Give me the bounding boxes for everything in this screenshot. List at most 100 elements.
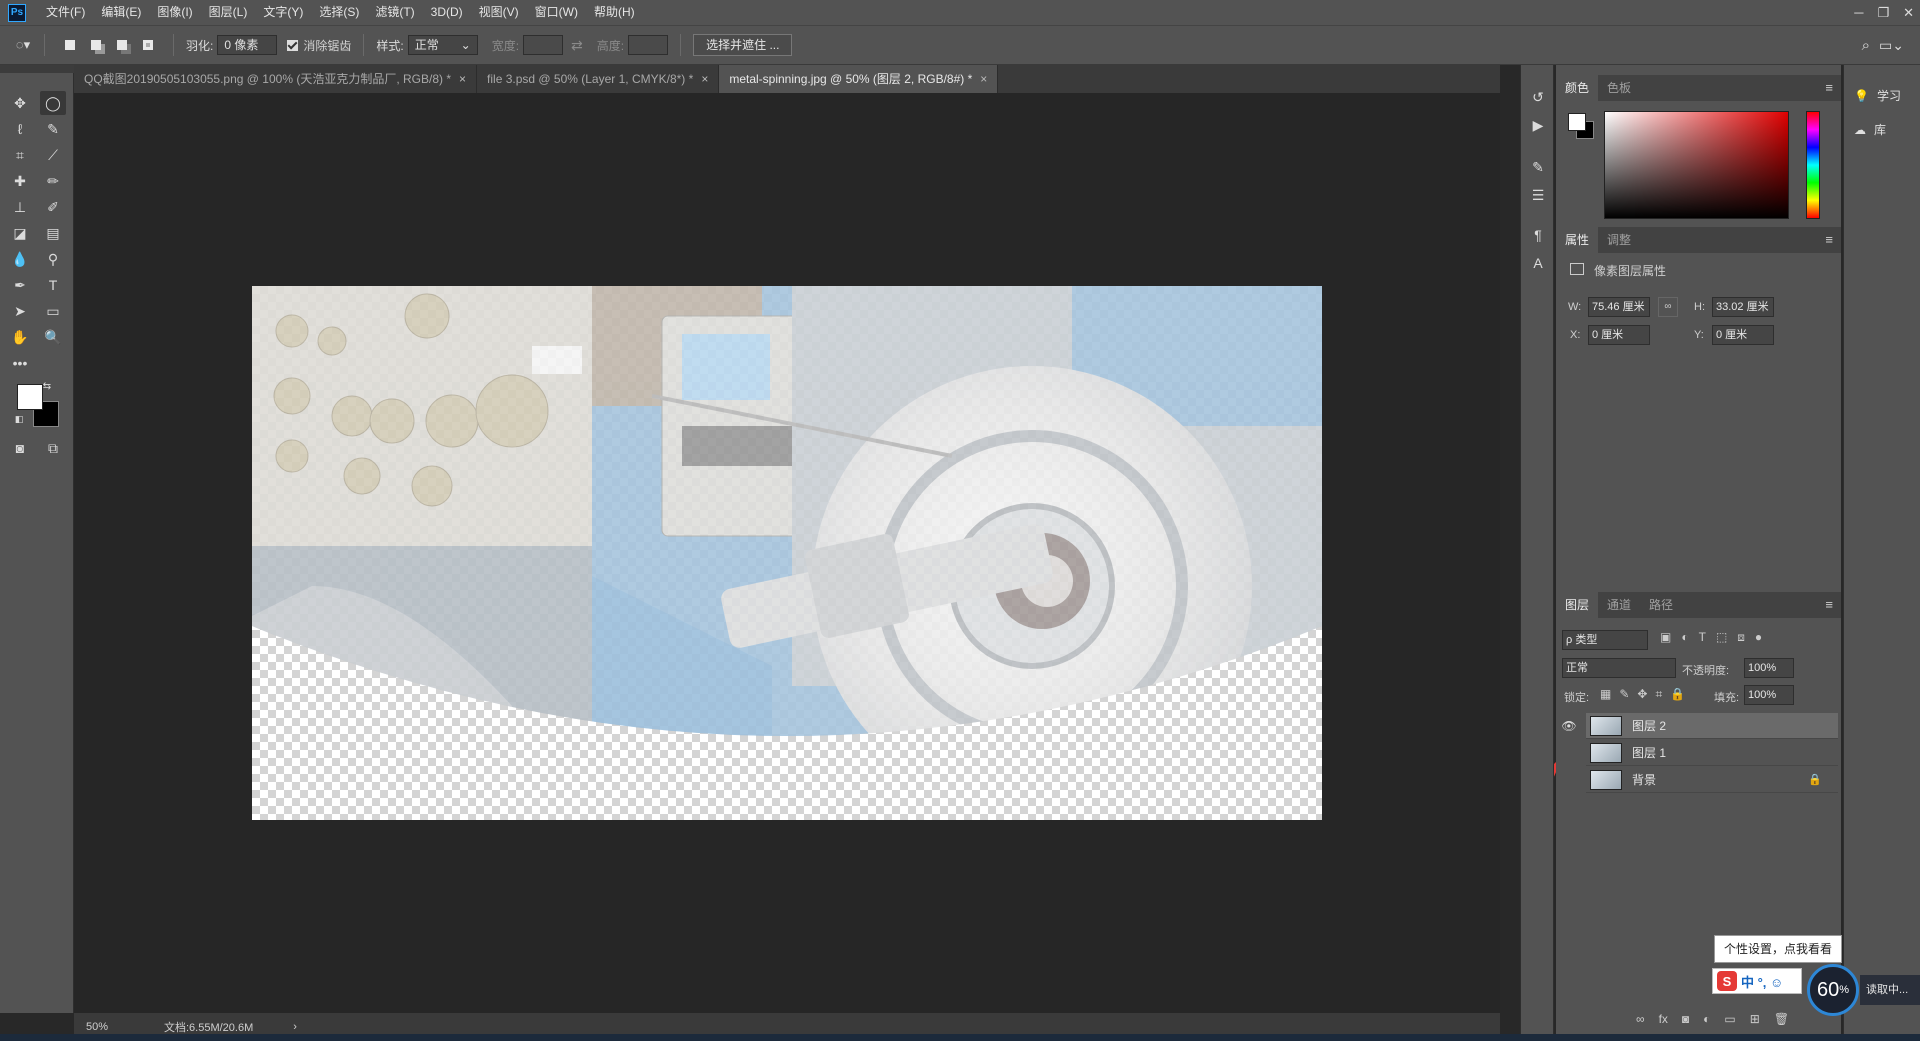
filter-toggle-icon[interactable]: ● — [1755, 630, 1762, 645]
rectangle-tool-icon[interactable]: ▭ — [40, 299, 66, 323]
fill-input[interactable]: 100% — [1744, 685, 1794, 705]
panel-menu-icon[interactable]: ≡ — [1825, 592, 1833, 618]
elliptical-marquee-tool-icon[interactable]: ◯ — [40, 91, 66, 115]
close-icon[interactable]: × — [980, 72, 987, 86]
hue-slider[interactable] — [1806, 111, 1820, 219]
panel-menu-icon[interactable]: ≡ — [1825, 227, 1833, 253]
antialias-checkbox[interactable]: 消除锯齿 — [287, 37, 351, 54]
hand-tool-icon[interactable]: ✋ — [7, 325, 33, 349]
eyedropper-tool-icon[interactable]: ⟋ — [40, 143, 66, 167]
color-picker-field[interactable] — [1604, 111, 1789, 219]
swap-icon[interactable]: ⇄ — [571, 37, 583, 54]
delete-layer-icon[interactable]: 🗑 — [1774, 1012, 1789, 1026]
foreground-color-swatch[interactable] — [17, 384, 43, 410]
zoom-tool-icon[interactable]: 🔍 — [40, 325, 66, 349]
eraser-tool-icon[interactable]: ◪ — [7, 221, 33, 245]
style-select[interactable]: 正常 ⌄ — [407, 35, 478, 55]
default-colors-icon[interactable]: ◧ — [12, 412, 26, 426]
status-arrow-icon[interactable]: › — [293, 1021, 297, 1033]
opacity-input[interactable]: 100% — [1744, 658, 1794, 678]
canvas-area[interactable] — [74, 93, 1500, 1013]
intersect-selection-icon[interactable] — [138, 35, 158, 55]
tab-color[interactable]: 颜色 — [1556, 75, 1599, 101]
pen-tool-icon[interactable]: ✒ — [7, 273, 33, 297]
layer-row[interactable]: 图层 2 — [1586, 713, 1838, 739]
brush-settings-icon[interactable]: ✎ — [1526, 155, 1550, 179]
tab-swatches[interactable]: 色板 — [1598, 75, 1640, 101]
subtract-selection-icon[interactable] — [112, 35, 132, 55]
brush-tool-icon[interactable]: ✏ — [40, 169, 66, 193]
type-tool-icon[interactable]: T — [40, 273, 66, 297]
lock-artboard-icon[interactable]: ⌗ — [1655, 687, 1662, 702]
new-selection-icon[interactable] — [60, 35, 80, 55]
toolbar-grip[interactable] — [0, 65, 74, 73]
filter-shape-icon[interactable]: ⬚ — [1716, 630, 1727, 645]
layer-filter-select[interactable]: ρ 类型 — [1562, 630, 1648, 650]
learn-button[interactable]: 💡 学习 — [1854, 87, 1901, 104]
height-field[interactable]: 33.02 厘米 — [1712, 297, 1774, 317]
add-selection-icon[interactable] — [86, 35, 106, 55]
new-layer-icon[interactable]: ⊞ — [1750, 1012, 1760, 1026]
lock-paint-icon[interactable]: ✎ — [1619, 687, 1629, 702]
y-field[interactable]: 0 厘米 — [1712, 325, 1774, 345]
actions-play-icon[interactable]: ▶ — [1526, 113, 1550, 137]
tab-adjustments[interactable]: 调整 — [1598, 227, 1640, 253]
menu-window[interactable]: 窗口(W) — [527, 0, 586, 25]
clone-stamp-tool-icon[interactable]: ⊥ — [7, 195, 33, 219]
adjust-sliders-icon[interactable]: ☰ — [1526, 183, 1550, 207]
crop-tool-icon[interactable]: ⌗ — [7, 143, 33, 167]
filter-pixel-icon[interactable]: ▣ — [1660, 630, 1671, 645]
quick-select-tool-icon[interactable]: ✎ — [40, 117, 66, 141]
visibility-toggle[interactable] — [1556, 740, 1582, 766]
lock-all-icon[interactable]: 🔒 — [1670, 687, 1685, 702]
tab-paths[interactable]: 路径 — [1640, 592, 1682, 618]
ime-toolbar[interactable]: S 中 °, ☺ — [1712, 968, 1802, 994]
blend-mode-select[interactable]: 正常 — [1562, 658, 1676, 678]
quick-mask-icon[interactable]: ◙ — [7, 436, 33, 460]
visibility-toggle[interactable] — [1556, 767, 1582, 793]
filter-smart-icon[interactable]: ⧈ — [1737, 630, 1745, 645]
tab-channels[interactable]: 通道 — [1598, 592, 1640, 618]
restore-button[interactable]: ❐ — [1877, 5, 1889, 21]
menu-layer[interactable]: 图层(L) — [201, 0, 256, 25]
tab-properties[interactable]: 属性 — [1556, 227, 1599, 253]
new-group-icon[interactable]: ▭ — [1724, 1012, 1735, 1026]
close-icon[interactable]: × — [459, 72, 466, 86]
library-button[interactable]: ☁ 库 — [1854, 121, 1886, 138]
lock-transparent-icon[interactable]: ▦ — [1600, 687, 1611, 702]
layer-row[interactable]: 背景 🔒 — [1586, 767, 1838, 793]
link-icon[interactable]: ∞ — [1658, 297, 1678, 317]
search-icon[interactable]: ⌕ — [1862, 37, 1870, 54]
height-input[interactable] — [628, 35, 669, 55]
menu-3d[interactable]: 3D(D) — [423, 0, 471, 25]
path-select-tool-icon[interactable]: ➤ — [7, 299, 33, 323]
layer-row[interactable]: 图层 1 — [1586, 740, 1838, 766]
feather-input[interactable]: 0 像素 — [217, 35, 278, 55]
workspace-icon[interactable]: ▭⌄ — [1879, 37, 1904, 54]
select-and-mask-button[interactable]: 选择并遮住 ... — [693, 34, 793, 56]
gradient-tool-icon[interactable]: ▤ — [40, 221, 66, 245]
lasso-tool-icon[interactable]: ℓ — [7, 117, 33, 141]
add-mask-icon[interactable]: ◙ — [1682, 1012, 1689, 1026]
zoom-level[interactable]: 50% — [86, 1021, 156, 1033]
more-tools-icon[interactable]: ••• — [7, 351, 33, 375]
memory-gauge[interactable]: 60% — [1807, 964, 1859, 1016]
menu-select[interactable]: 选择(S) — [311, 0, 367, 25]
tab-file3[interactable]: file 3.psd @ 50% (Layer 1, CMYK/8*) * × — [477, 65, 720, 93]
document-canvas[interactable] — [252, 286, 1322, 820]
paragraph-icon[interactable]: ¶ — [1526, 223, 1550, 247]
history-icon[interactable]: ↺ — [1526, 85, 1550, 109]
lock-position-icon[interactable]: ✥ — [1637, 687, 1647, 702]
menu-filter[interactable]: 滤镜(T) — [367, 0, 422, 25]
fx-icon[interactable]: fx — [1659, 1012, 1668, 1026]
menu-edit[interactable]: 编辑(E) — [93, 0, 149, 25]
menu-file[interactable]: 文件(F) — [38, 0, 93, 25]
tab-layers[interactable]: 图层 — [1556, 592, 1599, 618]
menu-type[interactable]: 文字(Y) — [255, 0, 311, 25]
elliptical-marquee-icon[interactable]: ◌▾ — [14, 36, 32, 54]
adjustment-layer-icon[interactable]: ◐ — [1703, 1012, 1710, 1026]
screen-mode-icon[interactable]: ⧉ — [40, 436, 66, 460]
move-tool-icon[interactable]: ✥ — [7, 91, 33, 115]
menu-image[interactable]: 图像(I) — [149, 0, 200, 25]
x-field[interactable]: 0 厘米 — [1588, 325, 1650, 345]
